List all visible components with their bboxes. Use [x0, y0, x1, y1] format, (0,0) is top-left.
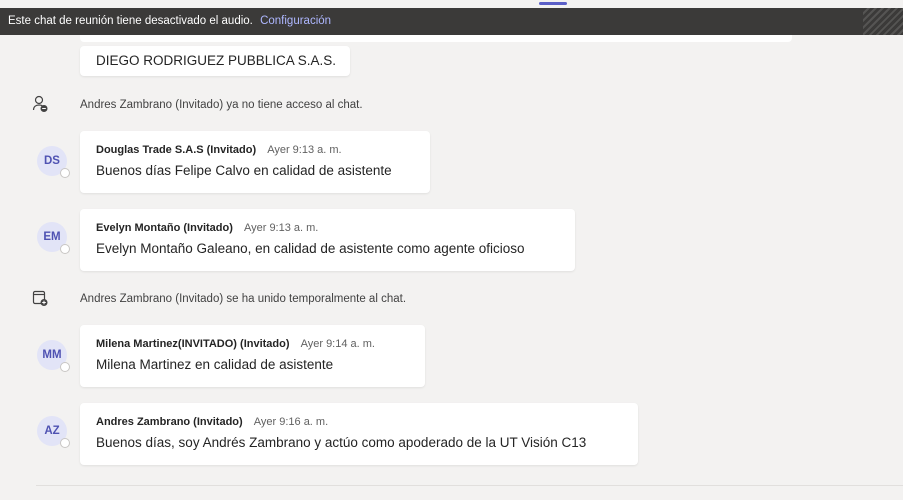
banner-edge — [863, 8, 903, 35]
presence-status-icon — [60, 244, 70, 254]
avatar[interactable]: MM — [37, 340, 70, 372]
settings-link[interactable]: Configuración — [260, 15, 331, 27]
avatar[interactable]: DS — [37, 146, 70, 178]
person-remove-icon — [32, 95, 48, 112]
avatar[interactable]: EM — [37, 222, 70, 254]
avatar[interactable]: AZ — [37, 416, 70, 448]
message-timestamp: Ayer 9:14 a. m. — [300, 338, 375, 350]
message-timestamp: Ayer 9:13 a. m. — [243, 222, 319, 234]
avatar-initials: MM — [42, 349, 62, 361]
chat-message[interactable]: Douglas Trade S.A.S (Invitado) Ayer 9:13… — [80, 131, 430, 193]
presence-status-icon — [60, 362, 70, 372]
audio-disabled-banner: Este chat de reunión tiene desactivado e… — [0, 8, 903, 35]
avatar-initials: DS — [44, 155, 60, 167]
message-timestamp: Ayer 9:16 a. m. — [253, 416, 329, 428]
message-text: DIEGO RODRIGUEZ PUBBLICA S.A.S. — [96, 53, 337, 68]
avatar-initials: AZ — [44, 425, 60, 437]
chat-add-icon — [32, 290, 48, 306]
system-message: Andres Zambrano (Invitado) ya no tiene a… — [0, 95, 600, 115]
presence-status-icon — [60, 168, 70, 178]
chat-message[interactable]: Milena Martinez(INVITADO) (Invitado) Aye… — [80, 325, 425, 387]
message-text: Buenos días, soy Andrés Zambrano y actúo… — [96, 435, 587, 450]
chat-message[interactable]: Andres Zambrano (Invitado) Ayer 9:16 a. … — [80, 403, 638, 465]
chat-message[interactable]: Evelyn Montaño (Invitado) Ayer 9:13 a. m… — [80, 209, 575, 271]
message-author: Andres Zambrano (Invitado) — [96, 416, 243, 428]
banner-message: Este chat de reunión tiene desactivado e… — [8, 15, 253, 27]
system-message: Andres Zambrano (Invitado) se ha unido t… — [0, 289, 600, 309]
system-message-text: Andres Zambrano (Invitado) se ha unido t… — [80, 293, 407, 305]
message-author: Douglas Trade S.A.S (Invitado) — [96, 144, 257, 156]
message-timestamp: Ayer 9:13 a. m. — [267, 144, 342, 156]
previous-message-bubble — [80, 35, 792, 42]
active-tab-indicator — [539, 2, 567, 5]
system-message-text: Andres Zambrano (Invitado) ya no tiene a… — [80, 99, 363, 111]
message-author: Milena Martinez(INVITADO) (Invitado) — [96, 338, 290, 350]
divider — [36, 485, 903, 486]
avatar-initials: EM — [43, 231, 61, 243]
message-author: Evelyn Montaño (Invitado) — [96, 222, 233, 234]
message-text: Evelyn Montaño Galeano, en calidad de as… — [96, 241, 525, 256]
message-text: Buenos días Felipe Calvo en calidad de a… — [96, 163, 392, 178]
top-strip — [0, 0, 903, 8]
chat-message[interactable]: DIEGO RODRIGUEZ PUBBLICA S.A.S. — [80, 46, 350, 76]
presence-status-icon — [60, 438, 70, 448]
message-text: Milena Martinez en calidad de asistente — [96, 357, 334, 372]
